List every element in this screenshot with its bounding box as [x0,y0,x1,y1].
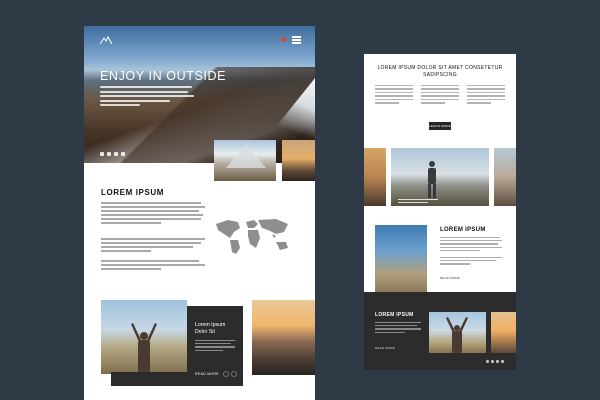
hero-title: ENJOY IN OUTSIDE [100,69,227,83]
gallery-image-center[interactable] [391,148,489,206]
hiker-silhouette [428,161,436,198]
card-arrows [223,371,237,377]
footer-photo-person[interactable] [429,312,486,353]
twitter-icon[interactable] [107,152,111,156]
learn-more-button[interactable]: LEARN MORE [429,122,451,130]
logo-icon[interactable] [100,36,112,44]
feature-card: Lorem Ipsum Dolor Sit READ MORE [187,306,243,385]
footer-title: LOREM IPSUM [375,312,414,318]
feature-text-block-1 [440,237,502,253]
hero-banner: ENJOY IN OUTSIDE [84,26,315,163]
gallery-image-right[interactable] [494,148,516,206]
footer-read-more-link[interactable]: READ MORE [375,346,395,350]
twitter-bird-icon[interactable] [121,152,125,156]
read-more-link[interactable]: READ MORE [195,372,219,376]
small-page-title: LOREM IPSUM DOLOR SIT AMET CONSETETUR SA… [377,65,503,78]
gallery-image-left[interactable] [364,148,386,206]
hero-text-placeholder [100,86,200,109]
text-column-1 [375,85,413,106]
menu-icon[interactable] [292,36,301,44]
section-text-block-1 [101,202,205,226]
arrow-left-icon[interactable] [223,371,229,377]
instagram-icon[interactable] [496,360,499,363]
feature-photo[interactable] [375,225,427,300]
photo-person-arms-raised[interactable] [101,300,187,374]
world-map-icon [216,219,288,254]
notification-dot-icon[interactable] [281,37,286,43]
twitter-icon[interactable] [491,360,494,363]
facebook-icon[interactable] [100,152,104,156]
card-text-placeholder [195,340,235,353]
card-title: Lorem Ipsum Dolor Sit [195,322,226,335]
feature-read-more-link[interactable]: READ MORE [440,276,460,280]
text-column-3 [467,85,505,106]
footer-text-placeholder [375,322,421,335]
text-column-2 [421,85,459,106]
feature-text-block-2 [440,257,502,267]
section-title: LOREM IPSUM [101,188,165,197]
section-text-block-3 [101,260,205,272]
arrow-right-icon[interactable] [231,371,237,377]
person-arms-raised-silhouette [446,317,468,353]
section-text-block-2 [101,238,205,254]
text-columns [375,85,505,106]
feature-title: LOREM IPSUM [440,227,486,233]
social-icons [100,152,125,156]
thumbnail-sunset[interactable] [282,140,315,181]
person-silhouette [131,323,157,374]
instagram-icon[interactable] [114,152,118,156]
footer-social-icons [486,360,504,363]
website-mockup-mobile: LOREM IPSUM DOLOR SIT AMET CONSETETUR SA… [364,54,516,370]
thumbnail-mountain[interactable] [214,140,276,181]
website-mockup-desktop: ENJOY IN OUTSIDE LOREM IPSUM Lorem Ipsum… [84,26,315,400]
photo-sunset-mountains[interactable] [252,300,315,375]
twitter-bird-icon[interactable] [501,360,504,363]
facebook-icon[interactable] [486,360,489,363]
gallery-caption [398,199,438,204]
footer-photo-sunset[interactable] [491,312,516,353]
hero-nav [281,36,301,44]
